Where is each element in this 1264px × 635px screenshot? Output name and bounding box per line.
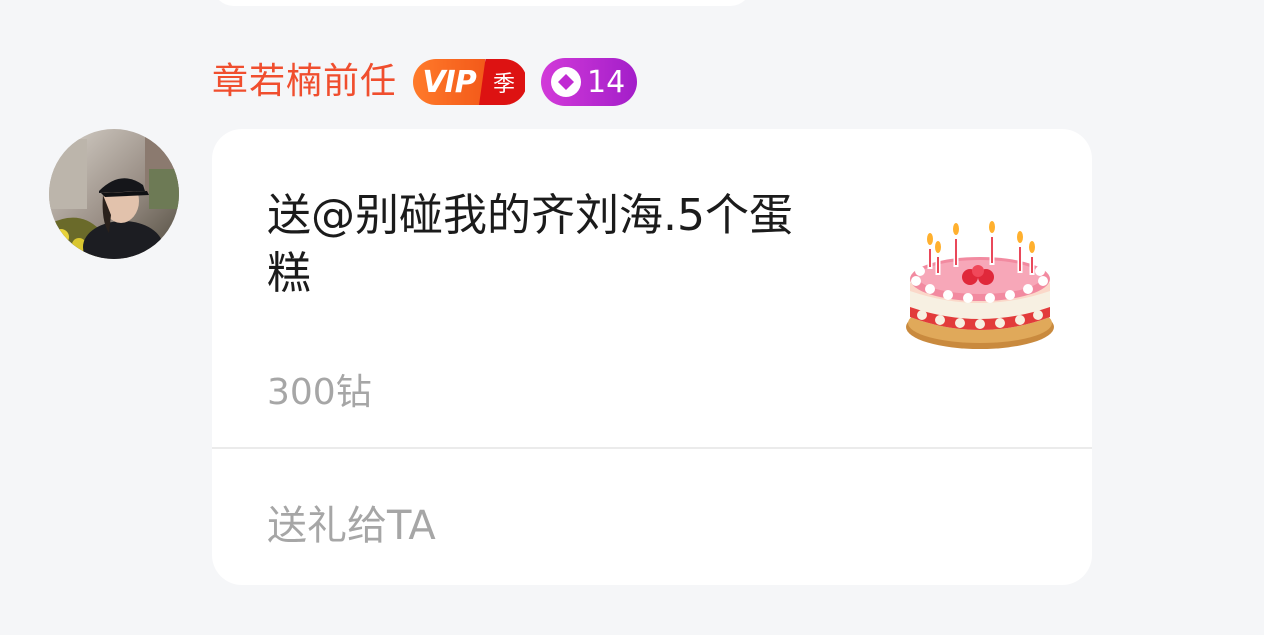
send-gift-button[interactable]: 送礼给TA: [267, 493, 436, 551]
avatar[interactable]: [49, 129, 179, 259]
diamond-icon: [551, 67, 582, 97]
level-number: 14: [587, 64, 626, 100]
level-badge[interactable]: 14: [541, 58, 638, 106]
vip-tier-label: 季: [479, 59, 526, 105]
cake-icon: [900, 213, 1060, 357]
vip-badge[interactable]: VIP 季: [413, 59, 527, 105]
sender-name[interactable]: 章若楠前任: [212, 58, 397, 106]
message-sender-row: 章若楠前任 VIP 季 14: [212, 58, 638, 106]
gift-message-text: 送@别碰我的齐刘海.5个蛋糕: [267, 190, 793, 299]
previous-message-bubble[interactable]: [212, 0, 752, 6]
gift-price: 300钻: [267, 372, 372, 413]
divider: [212, 447, 1092, 449]
vip-label: VIP: [413, 59, 486, 105]
gift-message-card[interactable]: 送@别碰我的齐刘海.5个蛋糕 300钻 送礼给TA: [212, 129, 1092, 585]
